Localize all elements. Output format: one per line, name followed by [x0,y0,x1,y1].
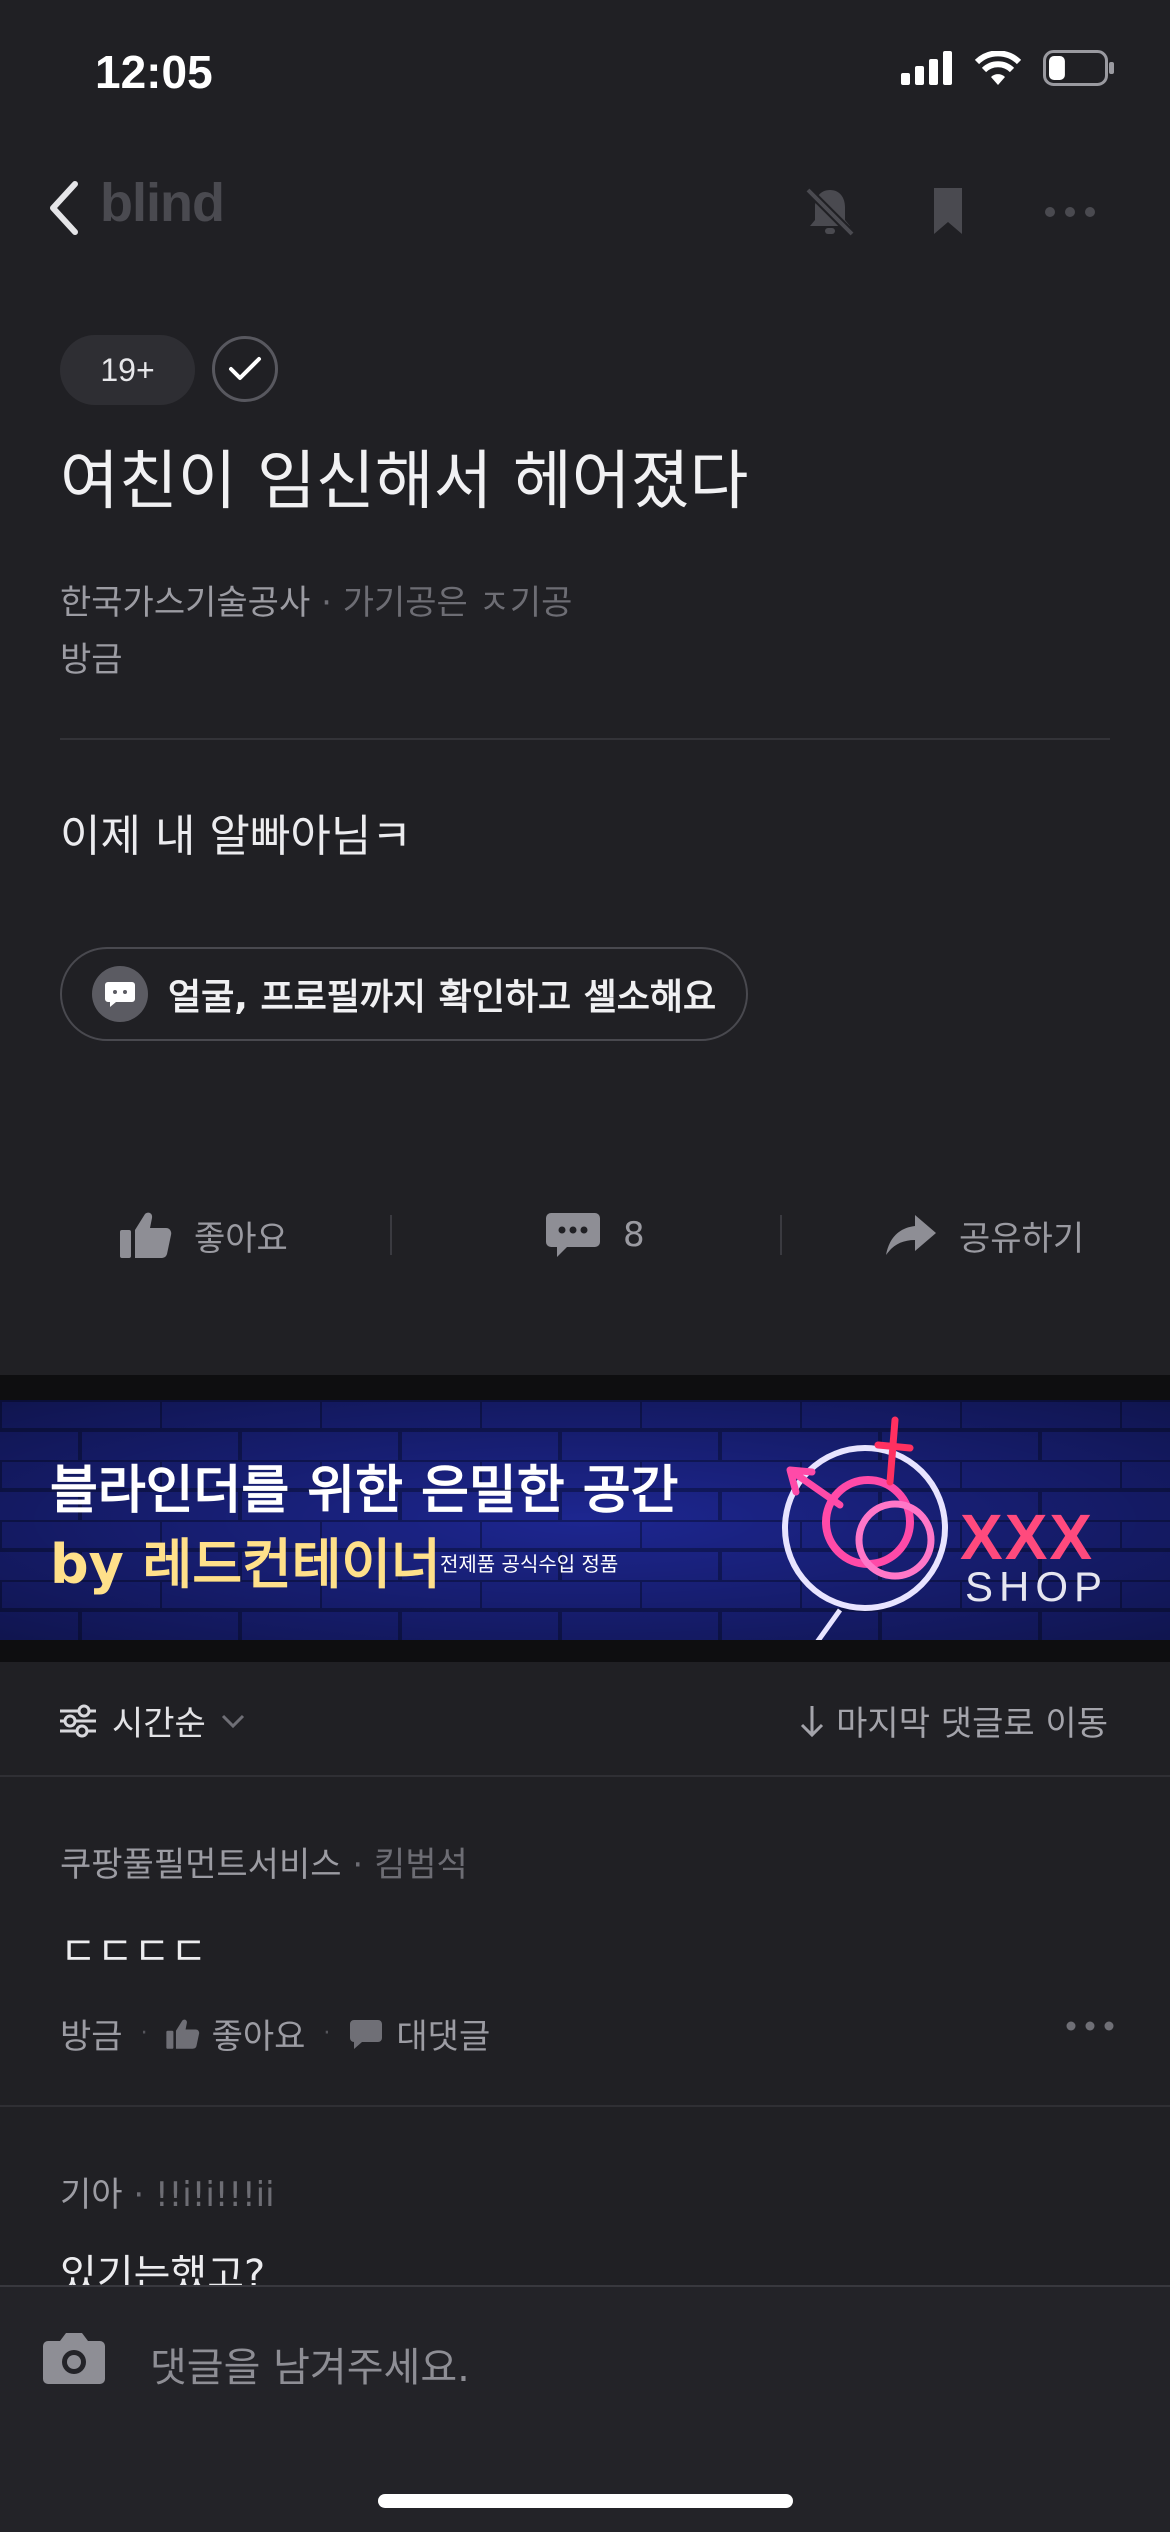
more-horizontal-icon[interactable] [1040,182,1100,242]
comment-author[interactable]: 기아 · !!i!i!!!ii [60,2167,275,2216]
like-button[interactable]: 좋아요 [120,1195,288,1275]
share-arrow-icon [886,1215,936,1255]
comment-footer: 방금 · 좋아요 · 대댓글 [60,2009,490,2058]
camera-icon[interactable] [42,2329,106,2385]
thumbs-up-icon [165,2019,199,2049]
home-indicator[interactable] [378,2494,793,2508]
reply-bubble-icon [350,2019,383,2049]
comment-like-label: 좋아요 [211,2017,306,2057]
divider [60,738,1110,740]
comment-sort-bar: 시간순 마지막 댓글로 이동 [0,1662,1170,1777]
comment-item: 쿠팡풀필먼트서비스 · 킴범석 ㄷㄷㄷㄷ 방금 · 좋아요 · 대댓글 [0,1777,1170,2107]
author-nickname: 가기공은 ㅈ기공 [342,583,573,623]
comment-icon [546,1213,600,1257]
thumbs-up-icon [120,1212,172,1258]
comment-company: 쿠팡풀필먼트서비스 [60,1845,342,1885]
banner-brand: by 레드컨테이너 [50,1533,441,1596]
battery-icon [1043,50,1114,86]
status-time: 12:05 [95,46,213,98]
divider [780,1215,782,1255]
post-body: 이제 내 알빠아님ㅋ [60,811,412,862]
comment-count: 8 [623,1215,645,1255]
arrow-down-icon [801,1705,824,1737]
sort-order-dropdown[interactable]: 시간순 [58,1696,246,1745]
back-button[interactable] [45,178,85,238]
like-label: 좋아요 [194,1218,288,1259]
brand-logo: blind [100,173,225,233]
banner-shop-logo: SHOP [965,1563,1109,1610]
dot-separator: · [140,2021,148,2046]
comment-like-button[interactable]: 좋아요 [165,2009,306,2058]
sort-order-label: 시간순 [112,1704,206,1744]
comment-more-icon[interactable] [1065,2019,1115,2033]
cellular-signal-icon [901,51,952,85]
status-icons [901,50,1115,86]
comment-nickname: !!i!i!!!ii [155,2175,275,2215]
banner-headline: 블라인더를 위한 은밀한 공간 [50,1461,679,1521]
share-button[interactable]: 공유하기 [885,1195,1084,1275]
bookmark-icon[interactable] [918,182,978,242]
filter-sliders-icon [60,1704,96,1737]
post-actions: 좋아요 8 공유하기 [0,1195,1170,1275]
promo-label: 얼굴, 프로필까지 확인하고 셀소해요 [168,977,717,1018]
section-gap [0,1640,1170,1662]
author-company: 한국가스기술공사 [60,583,311,623]
dot-separator: · [323,2021,331,2046]
comment-text: 있기는했고? [60,2252,266,2285]
chevron-down-icon [221,1714,244,1728]
comment-time: 방금 [60,2017,123,2057]
promo-pill-button[interactable]: 얼굴, 프로필까지 확인하고 셀소해요 [60,947,748,1041]
comment-nickname: 킴범석 [373,1845,468,1885]
comment-item: 기아 · !!i!i!!!ii 있기는했고? [0,2107,1170,2285]
banner-subtext: 전제품 공식수입 정품 [440,1552,619,1576]
comment-input-field[interactable]: 댓글을 남겨주세요. [150,2335,470,2393]
share-label: 공유하기 [959,1218,1085,1259]
section-gap [0,1375,1170,1400]
comment-count-button[interactable]: 8 [545,1195,645,1275]
bell-off-icon[interactable] [800,182,860,242]
age-badge: 19+ [60,335,195,405]
divider [390,1215,392,1255]
jump-to-last-comment-link[interactable]: 마지막 댓글로 이동 [798,1696,1108,1745]
verified-check-icon [212,336,278,402]
comment-company: 기아 [60,2175,123,2215]
reply-label: 대댓글 [396,2017,491,2057]
status-bar: 12:05 [0,0,1170,150]
chat-bubble-icon [92,966,148,1022]
ad-banner[interactable]: 블라인더를 위한 은밀한 공간 by 레드컨테이너 전제품 공식수입 정품 XX… [0,1400,1170,1640]
reply-button[interactable]: 대댓글 [348,2009,490,2058]
jump-label: 마지막 댓글로 이동 [836,1704,1108,1744]
post-time: 방금 [60,640,123,680]
comment-text: ㄷㄷㄷㄷ [60,1929,208,1975]
post-title: 여친이 임신해서 헤어졌다 [60,445,749,519]
post-author[interactable]: 한국가스기술공사 · 가기공은 ㅈ기공 [60,575,572,624]
comment-author[interactable]: 쿠팡풀필먼트서비스 · 킴범석 [60,1837,468,1886]
top-nav: blind [0,160,1170,255]
wifi-icon [975,51,1021,85]
